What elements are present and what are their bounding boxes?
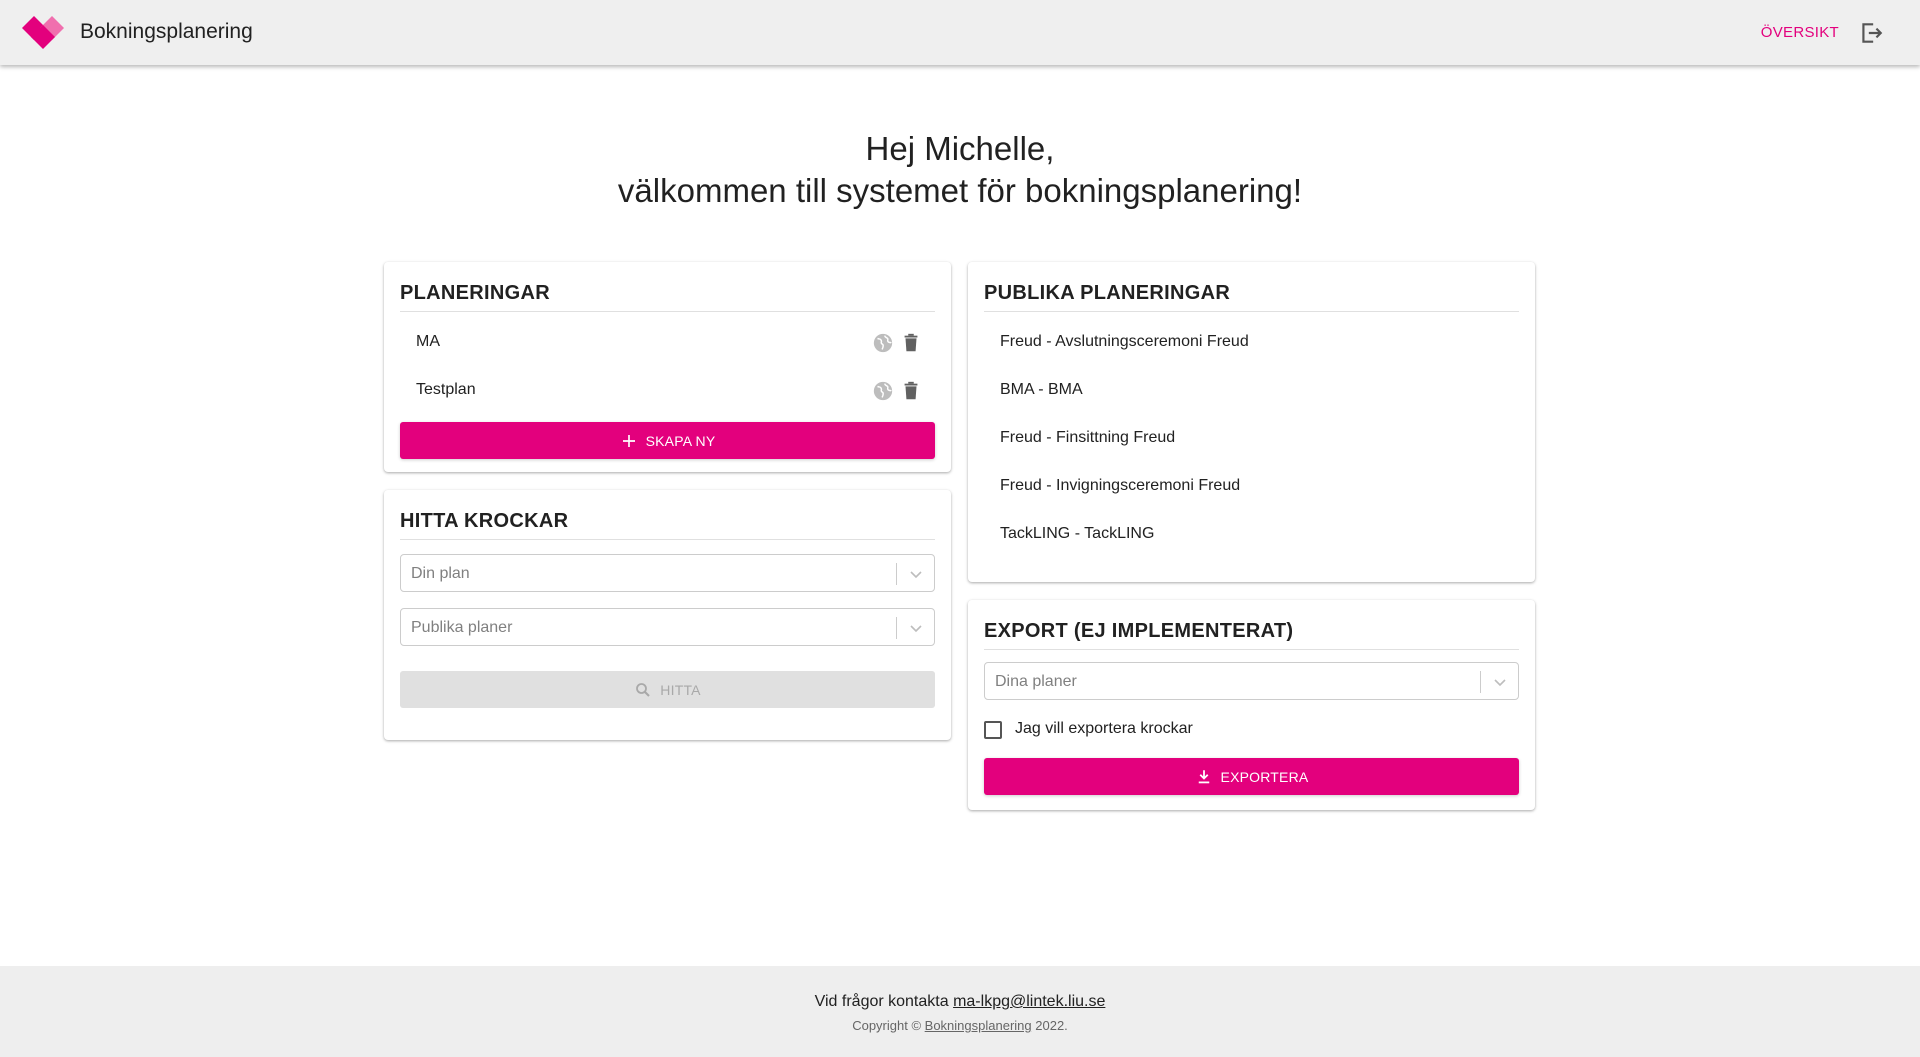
public-plans-card: PUBLIKA PLANERINGAR Freud - Avslutningsc… <box>968 262 1535 582</box>
delete-icon[interactable] <box>900 380 922 402</box>
public-plan-item[interactable]: Freud - Invigningsceremoni Freud <box>1000 477 1240 495</box>
welcome-heading: Hej Michelle, välkommen till systemet fö… <box>0 128 1920 212</box>
public-plans-placeholder: Publika planer <box>411 619 513 636</box>
footer-copyright: Copyright © Bokningsplanering 2022. <box>0 1018 1920 1033</box>
footer-contact: Vid frågor kontakta ma-lkpg@lintek.liu.s… <box>0 993 1920 1011</box>
logout-icon[interactable] <box>1858 20 1884 46</box>
greeting-line1: Hej Michelle, <box>865 130 1055 167</box>
footer-copyright-prefix: Copyright © <box>852 1018 922 1033</box>
export-label: EXPORTERA <box>1220 768 1309 785</box>
greeting-line2: välkommen till systemet för bokningsplan… <box>617 172 1303 209</box>
plus-icon <box>622 434 635 447</box>
public-plan-item[interactable]: Freud - Finsittning Freud <box>1000 429 1175 447</box>
export-card-title: EXPORT (EJ IMPLEMENTERAT) <box>984 620 1519 650</box>
public-plans-select[interactable]: Publika planer <box>400 608 935 646</box>
plan-item-label[interactable]: MA <box>416 333 440 351</box>
find-collisions-label: HITTA <box>660 681 701 698</box>
plans-card: PLANERINGAR MA Testplan SKAPA NY <box>384 262 951 472</box>
app-bar: Bokningsplanering ÖVERSIKT <box>0 0 1920 65</box>
select-separator <box>1480 671 1481 693</box>
plan-item-label[interactable]: Testplan <box>416 381 476 399</box>
footer-copyright-year: 2022. <box>1035 1018 1068 1033</box>
export-collisions-checkbox[interactable] <box>984 721 1002 739</box>
find-collisions-card: HITTA KROCKAR Din plan Publika planer HI… <box>384 490 951 740</box>
footer-contact-text: Vid frågor kontakta <box>814 993 949 1010</box>
your-plan-select[interactable]: Din plan <box>400 554 935 592</box>
chevron-down-icon <box>910 571 922 579</box>
chevron-down-icon <box>1494 679 1506 687</box>
publish-globe-icon[interactable] <box>872 380 894 402</box>
find-collisions-card-title: HITTA KROCKAR <box>400 510 935 540</box>
plans-card-title: PLANERINGAR <box>400 282 935 312</box>
search-icon <box>636 682 651 697</box>
create-plan-button[interactable]: SKAPA NY <box>400 422 935 459</box>
footer-copyright-link[interactable]: Bokningsplanering <box>925 1018 1032 1033</box>
chevron-down-icon <box>910 625 922 633</box>
export-collisions-checkbox-label[interactable]: Jag vill exportera krockar <box>1015 720 1193 738</box>
select-separator <box>896 617 897 639</box>
footer: Vid frågor kontakta ma-lkpg@lintek.liu.s… <box>0 966 1920 1057</box>
public-plans-card-title: PUBLIKA PLANERINGAR <box>984 282 1519 312</box>
nav-overview-link[interactable]: ÖVERSIKT <box>1761 24 1839 41</box>
public-plan-item[interactable]: TackLING - TackLING <box>1000 525 1154 543</box>
logo-icon[interactable] <box>22 14 64 50</box>
your-plans-placeholder: Dina planer <box>995 673 1077 690</box>
footer-contact-email-link[interactable]: ma-lkpg@lintek.liu.se <box>953 993 1105 1010</box>
public-plan-item[interactable]: BMA - BMA <box>1000 381 1083 399</box>
your-plans-select[interactable]: Dina planer <box>984 662 1519 700</box>
delete-icon[interactable] <box>900 332 922 354</box>
create-plan-label: SKAPA NY <box>645 432 716 449</box>
publish-globe-icon[interactable] <box>872 332 894 354</box>
find-collisions-button[interactable]: HITTA <box>400 671 935 708</box>
your-plan-placeholder: Din plan <box>411 565 470 582</box>
public-plan-item[interactable]: Freud - Avslutningsceremoni Freud <box>1000 333 1249 351</box>
export-button[interactable]: EXPORTERA <box>984 758 1519 795</box>
select-separator <box>896 563 897 585</box>
app-title[interactable]: Bokningsplanering <box>80 20 253 44</box>
download-icon <box>1198 769 1209 783</box>
export-card: EXPORT (EJ IMPLEMENTERAT) Dina planer Ja… <box>968 600 1535 810</box>
